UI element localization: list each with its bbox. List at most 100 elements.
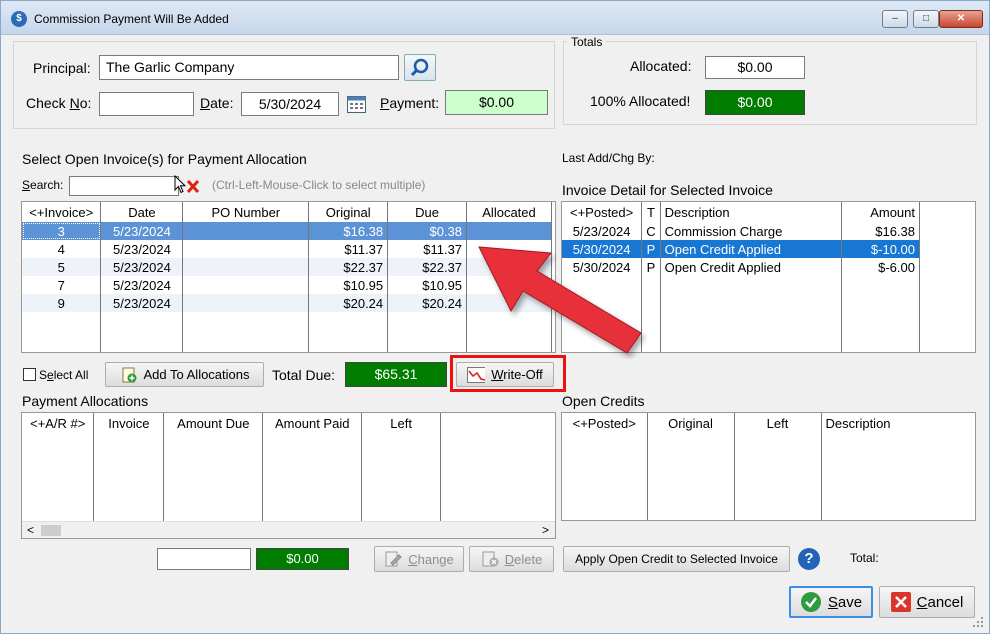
amount-cell: $16.38 xyxy=(841,222,921,240)
scrollbar-thumb[interactable] xyxy=(41,525,61,536)
allocated-column-header[interactable]: Allocated xyxy=(466,202,552,222)
select-all-label[interactable]: Select All xyxy=(39,368,88,382)
due-cell: $11.37 xyxy=(387,240,468,258)
credit-original-column-header[interactable]: Original xyxy=(647,413,735,433)
posted-column-header[interactable]: <+Posted> xyxy=(562,202,643,222)
change-label-post: hange xyxy=(417,551,454,567)
payment-label-accel: P xyxy=(380,95,390,111)
checkno-field[interactable] xyxy=(99,92,194,116)
original-cell: $16.38 xyxy=(308,222,389,240)
principal-field[interactable]: The Garlic Company xyxy=(99,55,399,80)
invoice-cell: 4 xyxy=(22,240,102,258)
cancel-button[interactable]: Cancel xyxy=(879,586,975,618)
description-cell: Commission Charge xyxy=(660,222,842,240)
change-button[interactable]: Change xyxy=(374,546,464,572)
payment-label: Payment: xyxy=(380,95,439,111)
checkno-label-accel: N xyxy=(69,95,80,111)
date-cell: 5/23/2024 xyxy=(100,240,184,258)
help-icon[interactable]: ? xyxy=(798,548,820,570)
fully-allocated-field: $0.00 xyxy=(705,90,805,115)
save-label: Save xyxy=(828,594,862,611)
original-cell: $10.95 xyxy=(308,276,389,294)
allocation-amount-field: $0.00 xyxy=(256,548,349,570)
minimize-button[interactable]: – xyxy=(882,10,908,28)
scroll-right-arrow[interactable]: > xyxy=(542,523,549,537)
amount-column-header[interactable]: Amount xyxy=(841,202,921,222)
checkno-label-post: o: xyxy=(79,95,92,111)
annotation-arrow-icon xyxy=(478,246,642,354)
description-column-header[interactable]: Description xyxy=(660,202,842,222)
delete-label: Delete xyxy=(505,552,543,567)
save-label-post: ave xyxy=(837,593,863,611)
amount-paid-column-header[interactable]: Amount Paid xyxy=(262,413,363,433)
allocated-field: $0.00 xyxy=(705,56,805,79)
principal-search-button[interactable] xyxy=(404,54,436,81)
scroll-left-arrow[interactable]: < xyxy=(27,523,34,537)
search-label-post: earch: xyxy=(30,178,64,192)
due-column-header[interactable]: Due xyxy=(387,202,468,222)
due-cell: $20.24 xyxy=(387,294,468,312)
close-button[interactable]: ✕ xyxy=(939,10,983,28)
invoice-cell: 7 xyxy=(22,276,102,294)
ar-number-column-header[interactable]: <+A/R #> xyxy=(22,413,95,433)
payment-allocations-grid[interactable]: <+A/R #> Invoice Amount Due Amount Paid … xyxy=(21,412,556,539)
payment-field[interactable]: $0.00 xyxy=(445,90,548,115)
window-title: Commission Payment Will Be Added xyxy=(34,12,229,26)
commission-payment-dialog: $ Commission Payment Will Be Added – □ ✕… xyxy=(0,0,990,634)
type-column-header[interactable]: T xyxy=(641,202,661,222)
invoice-cell: 3 xyxy=(22,222,102,240)
date-cell: 5/23/2024 xyxy=(100,258,184,276)
save-button[interactable]: Save xyxy=(789,586,873,618)
invoice-column-header[interactable]: <+Invoice> xyxy=(22,202,102,222)
due-cell: $0.38 xyxy=(387,222,468,240)
original-cell: $20.24 xyxy=(308,294,389,312)
open-credits-grid[interactable]: <+Posted> Original Left Description xyxy=(561,412,976,521)
change-label-accel: C xyxy=(408,551,418,567)
resize-grip-icon[interactable] xyxy=(971,615,985,629)
checkno-label: Check No: xyxy=(26,95,91,111)
delete-document-icon xyxy=(482,551,499,567)
allocations-horizontal-scrollbar[interactable]: < > xyxy=(22,521,555,538)
alloc-invoice-column-header[interactable]: Invoice xyxy=(93,413,165,433)
add-to-allocations-button[interactable]: Add To Allocations xyxy=(105,362,264,387)
due-cell: $10.95 xyxy=(387,276,468,294)
open-credits-title: Open Credits xyxy=(562,393,645,409)
credits-total-label: Total: xyxy=(850,551,879,565)
original-column-header[interactable]: Original xyxy=(308,202,389,222)
app-icon: $ xyxy=(11,11,27,27)
amount-due-column-header[interactable]: Amount Due xyxy=(163,413,264,433)
invoice-cell: 9 xyxy=(22,294,102,312)
select-all-label-post: lect All xyxy=(53,368,89,382)
invoices-section-title: Select Open Invoice(s) for Payment Alloc… xyxy=(22,151,307,167)
cancel-x-icon xyxy=(890,592,911,612)
date-cell: 5/23/2024 xyxy=(100,276,184,294)
cancel-label-post: ancel xyxy=(927,593,964,611)
apply-open-credit-button[interactable]: Apply Open Credit to Selected Invoice xyxy=(563,546,790,572)
credit-left-column-header[interactable]: Left xyxy=(734,413,822,433)
date-cell: 5/23/2024 xyxy=(100,222,184,240)
select-all-label-accel: e xyxy=(47,368,54,382)
allocated-label: Allocated: xyxy=(630,58,692,74)
date-column-header[interactable]: Date xyxy=(100,202,184,222)
calendar-button[interactable] xyxy=(346,93,367,114)
select-all-checkbox[interactable] xyxy=(23,368,36,381)
po-cell xyxy=(182,222,310,240)
invoice-search-input[interactable] xyxy=(69,176,179,196)
allocation-edit-input[interactable] xyxy=(157,548,251,570)
add-to-allocations-label: Add To Allocations xyxy=(143,367,250,382)
principal-label: Principal: xyxy=(33,60,91,76)
date-field[interactable]: 5/30/2024 xyxy=(241,92,339,116)
checkno-label-pre: Check xyxy=(26,95,70,111)
date-label: Date: xyxy=(200,95,233,111)
delete-button[interactable]: Delete xyxy=(469,546,554,572)
description-cell: Open Credit Applied xyxy=(660,240,842,258)
credit-description-column-header[interactable]: Description xyxy=(821,413,975,433)
maximize-button[interactable]: □ xyxy=(913,10,939,28)
po-number-column-header[interactable]: PO Number xyxy=(182,202,310,222)
date-label-accel: D xyxy=(200,95,211,111)
select-all-label-pre: S xyxy=(39,368,48,382)
credit-posted-column-header[interactable]: <+Posted> xyxy=(562,413,648,433)
left-column-header[interactable]: Left xyxy=(361,413,441,433)
original-cell: $11.37 xyxy=(308,240,389,258)
date-label-post: ate: xyxy=(210,95,234,111)
